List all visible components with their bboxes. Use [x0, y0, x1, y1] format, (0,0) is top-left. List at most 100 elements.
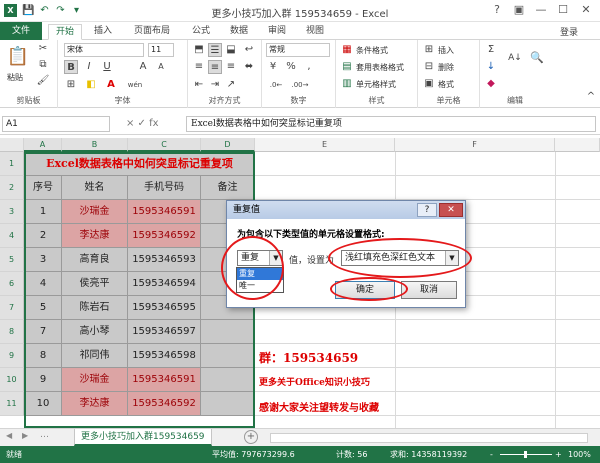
maximize-button[interactable]: ☐ [552, 2, 574, 18]
cell-b7[interactable]: 陈岩石 [62, 296, 128, 320]
conditional-format-button[interactable]: 条件格式 [356, 45, 388, 56]
collapse-ribbon-icon[interactable]: ^ [584, 90, 598, 104]
conditional-format-icon[interactable]: ▦ [340, 43, 354, 57]
row-header-6[interactable]: 6 [0, 272, 24, 296]
sort-filter-button[interactable]: A↓ [506, 48, 524, 68]
ribbon-display-button[interactable]: ▣ [508, 2, 530, 18]
help-button[interactable]: ? [486, 2, 508, 18]
format-cells-icon[interactable]: ▣ [422, 77, 436, 91]
cell-d9[interactable] [201, 344, 255, 368]
cell-a3[interactable]: 1 [24, 200, 62, 224]
currency-button[interactable]: ¥ [266, 60, 280, 74]
orientation-icon[interactable]: ↗ [224, 78, 238, 92]
cell-b4[interactable]: 李达康 [62, 224, 128, 248]
sheet-tab-active[interactable]: 更多小技巧加入群159534659 [74, 429, 212, 446]
cell-styles-icon[interactable]: ▥ [340, 77, 354, 91]
tab-formulas[interactable]: 公式 [184, 24, 218, 40]
cell-b9[interactable]: 祁同伟 [62, 344, 128, 368]
tab-review[interactable]: 审阅 [260, 24, 294, 40]
cell-d10[interactable] [201, 368, 255, 392]
column-header-a[interactable]: A [24, 138, 62, 152]
row-header-8[interactable]: 8 [0, 320, 24, 344]
column-header-d[interactable]: D [201, 138, 255, 152]
formula-buttons[interactable]: × ✓ fx [126, 116, 186, 132]
column-header-c[interactable]: C [128, 138, 201, 152]
column-header-b[interactable]: B [62, 138, 128, 152]
zoom-in-button[interactable]: + [555, 446, 562, 463]
find-select-button[interactable]: 🔍 [528, 48, 546, 68]
row-header-4[interactable]: 4 [0, 224, 24, 248]
align-top-icon[interactable]: ⬒ [192, 43, 206, 57]
cell-a2[interactable]: 序号 [24, 176, 62, 200]
cell-c2[interactable]: 手机号码 [128, 176, 201, 200]
cell-a4[interactable]: 2 [24, 224, 62, 248]
sign-in-link[interactable]: 登录 [560, 25, 578, 38]
cell-c8[interactable]: 1595346597 [128, 320, 201, 344]
underline-button[interactable]: U [100, 60, 114, 74]
fill-button[interactable]: ↓ [484, 60, 498, 74]
cell-c3[interactable]: 1595346591 [128, 200, 201, 224]
name-box[interactable]: A1 [2, 116, 110, 132]
cell-b3[interactable]: 沙瑞金 [62, 200, 128, 224]
decrease-decimal-icon[interactable]: .00→ [290, 78, 310, 92]
cut-icon[interactable]: ✂ [36, 42, 50, 56]
format-as-table-button[interactable]: 套用表格格式 [356, 62, 404, 73]
clear-button[interactable]: ◆ [484, 77, 498, 91]
font-name-select[interactable]: 宋体 [64, 43, 144, 57]
wrap-text-icon[interactable]: ↩ [242, 43, 256, 57]
align-bottom-icon[interactable]: ⬓ [224, 43, 238, 57]
tab-home[interactable]: 开始 [48, 24, 82, 40]
paste-icon[interactable]: 📋 [6, 44, 30, 70]
select-all-corner[interactable] [0, 138, 24, 152]
cell-d8[interactable] [201, 320, 255, 344]
close-button[interactable]: ✕ [575, 2, 597, 18]
font-color-button[interactable]: A [104, 78, 118, 92]
row-header-5[interactable]: 5 [0, 248, 24, 272]
tab-page-layout[interactable]: 页面布局 [124, 24, 180, 40]
cell-b10[interactable]: 沙瑞金 [62, 368, 128, 392]
tab-insert[interactable]: 插入 [86, 24, 120, 40]
cell-a8[interactable]: 7 [24, 320, 62, 344]
zoom-slider-thumb[interactable] [524, 451, 527, 458]
cell-c11[interactable]: 1595346592 [128, 392, 201, 416]
sheet-more-icon[interactable]: … [40, 430, 49, 440]
cell-a11[interactable]: 10 [24, 392, 62, 416]
group-number-text[interactable]: 群：159534659 [259, 349, 358, 366]
add-sheet-button[interactable]: + [244, 430, 258, 444]
table-title[interactable]: Excel数据表格中如何突显标记重复项 [24, 152, 255, 176]
dialog-close-button[interactable]: ✕ [439, 203, 463, 217]
formula-input[interactable]: Excel数据表格中如何突显标记重复项 [186, 116, 596, 132]
cell-c7[interactable]: 1595346595 [128, 296, 201, 320]
row-header-1[interactable]: 1 [0, 152, 24, 176]
tab-view[interactable]: 视图 [298, 24, 332, 40]
tab-file[interactable]: 文件 [0, 22, 42, 40]
cell-b5[interactable]: 高育良 [62, 248, 128, 272]
percent-button[interactable]: % [284, 60, 298, 74]
row-header-9[interactable]: 9 [0, 344, 24, 368]
sheet-nav-next-icon[interactable]: ▶ [22, 431, 28, 440]
copy-icon[interactable]: ⧉ [36, 58, 50, 72]
row-header-10[interactable]: 10 [0, 368, 24, 392]
cell-c9[interactable]: 1595346598 [128, 344, 201, 368]
cell-a9[interactable]: 8 [24, 344, 62, 368]
cell-b2[interactable]: 姓名 [62, 176, 128, 200]
cell-d11[interactable] [201, 392, 255, 416]
align-right-icon[interactable]: ≡ [224, 60, 238, 74]
paste-label[interactable]: 粘贴 [7, 72, 23, 83]
cell-b6[interactable]: 侯亮平 [62, 272, 128, 296]
cell-a6[interactable]: 4 [24, 272, 62, 296]
format-painter-icon[interactable]: 🖌 [36, 74, 50, 88]
row-header-2[interactable]: 2 [0, 176, 24, 200]
insert-cells-button[interactable]: 插入 [438, 45, 454, 56]
merge-center-icon[interactable]: ⬌ [242, 60, 256, 74]
grow-font-button[interactable]: A [136, 60, 150, 74]
cell-c6[interactable]: 1595346594 [128, 272, 201, 296]
format-as-table-icon[interactable]: ▤ [340, 60, 354, 74]
thanks-text[interactable]: 感谢大家关注望转发与收藏 [259, 399, 379, 414]
office-tips-text[interactable]: 更多关于Office知识小技巧 [259, 375, 370, 388]
align-middle-icon[interactable]: ☰ [208, 43, 222, 57]
row-header-7[interactable]: 7 [0, 296, 24, 320]
cell-a5[interactable]: 3 [24, 248, 62, 272]
increase-decimal-icon[interactable]: .0← [266, 78, 286, 92]
increase-indent-icon[interactable]: ⇥ [208, 78, 222, 92]
